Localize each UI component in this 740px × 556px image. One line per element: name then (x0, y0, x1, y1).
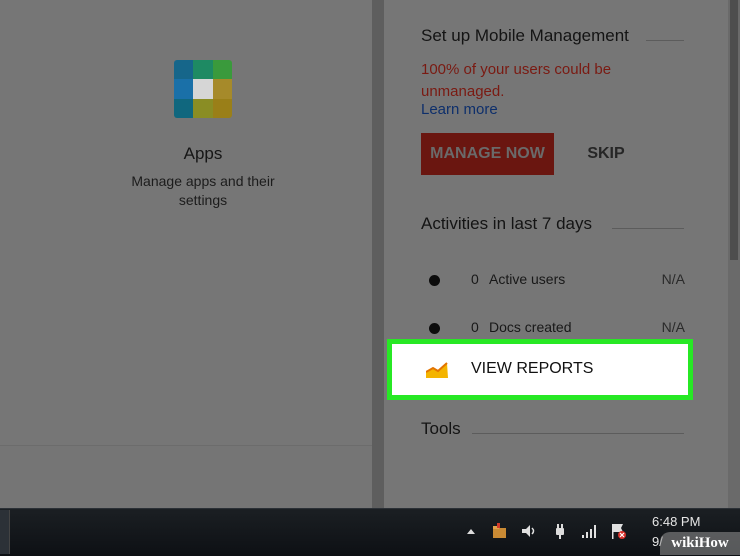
activity-label: Docs created (489, 319, 572, 335)
power-plug-icon[interactable] (551, 522, 569, 540)
activities-title: Activities in last 7 days (421, 214, 593, 233)
trending-chart-icon (426, 362, 448, 378)
manage-now-button[interactable]: MANAGE NOW (421, 133, 554, 175)
activity-count: 0 (471, 271, 479, 287)
learn-more-link[interactable]: Learn more (421, 101, 498, 118)
activity-label: Active users (489, 271, 566, 287)
bullet-dot (429, 275, 440, 286)
skip-button[interactable]: SKIP (582, 133, 630, 175)
tools-title: Tools (421, 419, 461, 438)
signal-bars-icon[interactable] (580, 522, 598, 540)
apps-description: Manage apps and their settings (131, 173, 275, 208)
clock-time[interactable]: 6:48 PM (652, 514, 700, 529)
main-content: Apps Manage apps and their settings (0, 0, 372, 508)
unmanaged-warning: 100% of your users could be unmanaged. (421, 61, 612, 100)
scrollbar-thumb[interactable] (730, 0, 738, 260)
apps-grid-icon (174, 60, 232, 118)
activity-value: N/A (661, 271, 685, 287)
panel-divider (372, 0, 384, 508)
mobile-management-title: Set up Mobile Management (421, 26, 629, 45)
section-divider (612, 228, 684, 229)
apps-title: Apps (183, 144, 223, 163)
flag-alert-icon[interactable] (609, 522, 627, 540)
activity-count: 0 (471, 319, 479, 335)
apps-card[interactable]: Apps Manage apps and their settings (0, 0, 372, 446)
show-hidden-icons-arrow[interactable] (466, 526, 476, 536)
wikihow-watermark: wikiHow (660, 532, 740, 555)
view-reports-label[interactable]: VIEW REPORTS (471, 360, 593, 378)
activity-row-docs-created: 0 Docs created N/A (421, 316, 685, 340)
activity-value: N/A (661, 319, 685, 335)
volume-icon[interactable] (520, 522, 538, 540)
bullet-dot (429, 323, 440, 334)
section-divider (646, 40, 684, 41)
windows-taskbar (0, 508, 740, 556)
network-folder-icon[interactable] (490, 522, 508, 540)
taskbar-button[interactable] (0, 510, 10, 554)
activity-row-active-users: 0 Active users N/A (421, 268, 685, 292)
section-divider (472, 433, 684, 434)
